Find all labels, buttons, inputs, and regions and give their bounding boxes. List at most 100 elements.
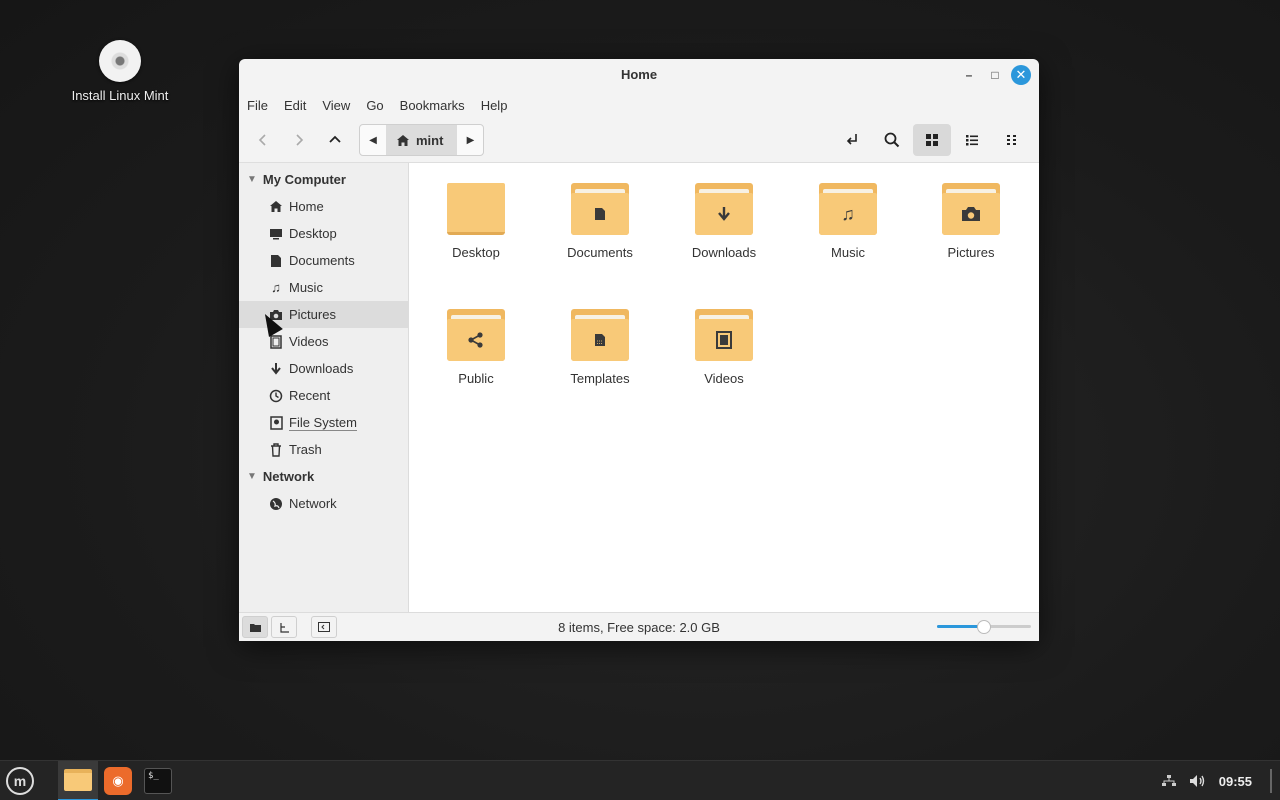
expander-down-icon: ▼ xyxy=(247,174,257,185)
sidebar-item-label: Videos xyxy=(289,334,329,349)
folder-download-icon xyxy=(695,183,753,235)
home-icon xyxy=(269,200,283,213)
desktop-icon xyxy=(269,228,283,240)
clock-icon xyxy=(269,389,283,403)
sidebar-item-label: Recent xyxy=(289,388,331,403)
list-icon xyxy=(966,135,978,146)
sidebar-item-label: Home xyxy=(289,199,324,214)
sidebar-item-label: Network xyxy=(289,496,337,511)
path-left-arrow[interactable]: ◀ xyxy=(360,125,386,155)
grid-icon xyxy=(926,134,938,146)
compact-view-button[interactable] xyxy=(993,124,1031,156)
taskbar-firefox[interactable]: ◉ xyxy=(98,761,138,800)
network-icon[interactable] xyxy=(1161,774,1177,788)
sidebar-toggle-icon xyxy=(318,622,330,632)
menubar: File Edit View Go Bookmarks Help xyxy=(239,91,1039,119)
forward-button[interactable] xyxy=(281,124,317,156)
folder-small-icon xyxy=(249,623,261,632)
back-button[interactable] xyxy=(245,124,281,156)
file-item-pictures[interactable]: Pictures xyxy=(916,183,1026,260)
up-button[interactable] xyxy=(317,124,353,156)
icon-view-button[interactable] xyxy=(913,124,951,156)
menu-edit[interactable]: Edit xyxy=(284,98,306,113)
file-item-music[interactable]: ♫ Music xyxy=(793,183,903,260)
file-item-downloads[interactable]: Downloads xyxy=(669,183,779,260)
sidebar-section-title: My Computer xyxy=(262,172,346,187)
folder-documents-icon xyxy=(571,183,629,235)
folder-templates-icon xyxy=(571,309,629,361)
sidebar-item-music[interactable]: ♫ Music xyxy=(239,274,408,301)
search-icon xyxy=(884,132,900,148)
desktop-icon-install[interactable]: Install Linux Mint xyxy=(60,40,180,103)
sidebar-item-file-system[interactable]: File System xyxy=(239,409,408,436)
tree-icon xyxy=(279,622,289,633)
show-desktop-button[interactable] xyxy=(1270,769,1272,793)
sidebar-item-label: File System xyxy=(289,414,357,431)
taskbar-files[interactable] xyxy=(58,760,98,800)
desktop-icon-label: Install Linux Mint xyxy=(71,88,169,103)
zoom-knob[interactable] xyxy=(977,620,991,634)
file-item-desktop[interactable]: Desktop xyxy=(421,183,531,260)
path-right-arrow[interactable]: ▶ xyxy=(457,125,483,155)
sidebar-item-videos[interactable]: Videos xyxy=(239,328,408,355)
sidebar-item-documents[interactable]: Documents xyxy=(239,247,408,274)
location-toggle-button[interactable] xyxy=(833,124,871,156)
sidebar-item-recent[interactable]: Recent xyxy=(239,382,408,409)
sidebar-item-home[interactable]: Home xyxy=(239,193,408,220)
sidebar-item-trash[interactable]: Trash xyxy=(239,436,408,463)
hide-sidebar-button[interactable] xyxy=(311,616,337,638)
file-item-label: Videos xyxy=(704,371,744,386)
sidebar-item-label: Documents xyxy=(289,253,355,268)
sidebar-section-network[interactable]: ▼ Network xyxy=(239,463,408,490)
close-button[interactable]: ✕ xyxy=(1011,65,1031,85)
file-item-templates[interactable]: Templates xyxy=(545,309,655,386)
sidebar-section-my-computer[interactable]: ▼ My Computer xyxy=(239,166,408,193)
zoom-slider[interactable] xyxy=(937,620,1031,634)
menu-button[interactable]: m xyxy=(0,761,40,800)
list-view-button[interactable] xyxy=(953,124,991,156)
maximize-button[interactable]: □ xyxy=(985,65,1005,85)
folder-videos-icon xyxy=(695,309,753,361)
globe-icon xyxy=(269,497,283,511)
volume-icon[interactable] xyxy=(1189,774,1207,788)
music-icon: ♫ xyxy=(271,280,281,295)
file-item-documents[interactable]: Documents xyxy=(545,183,655,260)
menu-bookmarks[interactable]: Bookmarks xyxy=(400,98,465,113)
folder-icon xyxy=(64,768,92,791)
show-places-button[interactable] xyxy=(242,616,268,638)
taskbar-terminal[interactable]: $_ xyxy=(138,761,178,800)
sidebar-item-label: Pictures xyxy=(289,307,336,322)
film-icon xyxy=(269,334,283,349)
minimize-button[interactable]: – xyxy=(959,65,979,85)
search-button[interactable] xyxy=(873,124,911,156)
sidebar-section-title: Network xyxy=(262,469,315,484)
file-view[interactable]: Desktop Documents Downloads ♫ Music Pict… xyxy=(409,163,1039,612)
path-bar: ◀ mint ▶ xyxy=(359,124,485,156)
clock[interactable]: 09:55 xyxy=(1219,774,1252,789)
folder-share-icon xyxy=(447,309,505,361)
file-item-label: Desktop xyxy=(452,245,500,260)
terminal-icon: $_ xyxy=(144,767,172,794)
sidebar-item-downloads[interactable]: Downloads xyxy=(239,355,408,382)
taskbar: m ◉ $_ 09:55 xyxy=(0,760,1280,800)
compact-grid-icon xyxy=(1007,135,1016,145)
file-item-videos[interactable]: Videos xyxy=(669,309,779,386)
menu-go[interactable]: Go xyxy=(366,98,383,113)
download-icon xyxy=(269,362,283,376)
path-crumb-home[interactable]: mint xyxy=(386,125,458,155)
system-tray: 09:55 xyxy=(1161,761,1272,800)
menu-view[interactable]: View xyxy=(322,98,350,113)
chevron-up-icon xyxy=(329,135,341,143)
file-item-public[interactable]: Public xyxy=(421,309,531,386)
sidebar-item-network[interactable]: Network xyxy=(239,490,408,517)
file-item-label: Documents xyxy=(567,245,633,260)
titlebar[interactable]: Home – □ ✕ xyxy=(239,59,1039,91)
show-tree-button[interactable] xyxy=(271,616,297,638)
file-item-label: Downloads xyxy=(691,245,757,260)
document-icon xyxy=(269,254,283,268)
sidebar-item-desktop[interactable]: Desktop xyxy=(239,220,408,247)
menu-help[interactable]: Help xyxy=(481,98,508,113)
chevron-left-icon xyxy=(258,134,266,146)
menu-file[interactable]: File xyxy=(247,98,268,113)
path-crumb-label: mint xyxy=(416,132,444,148)
